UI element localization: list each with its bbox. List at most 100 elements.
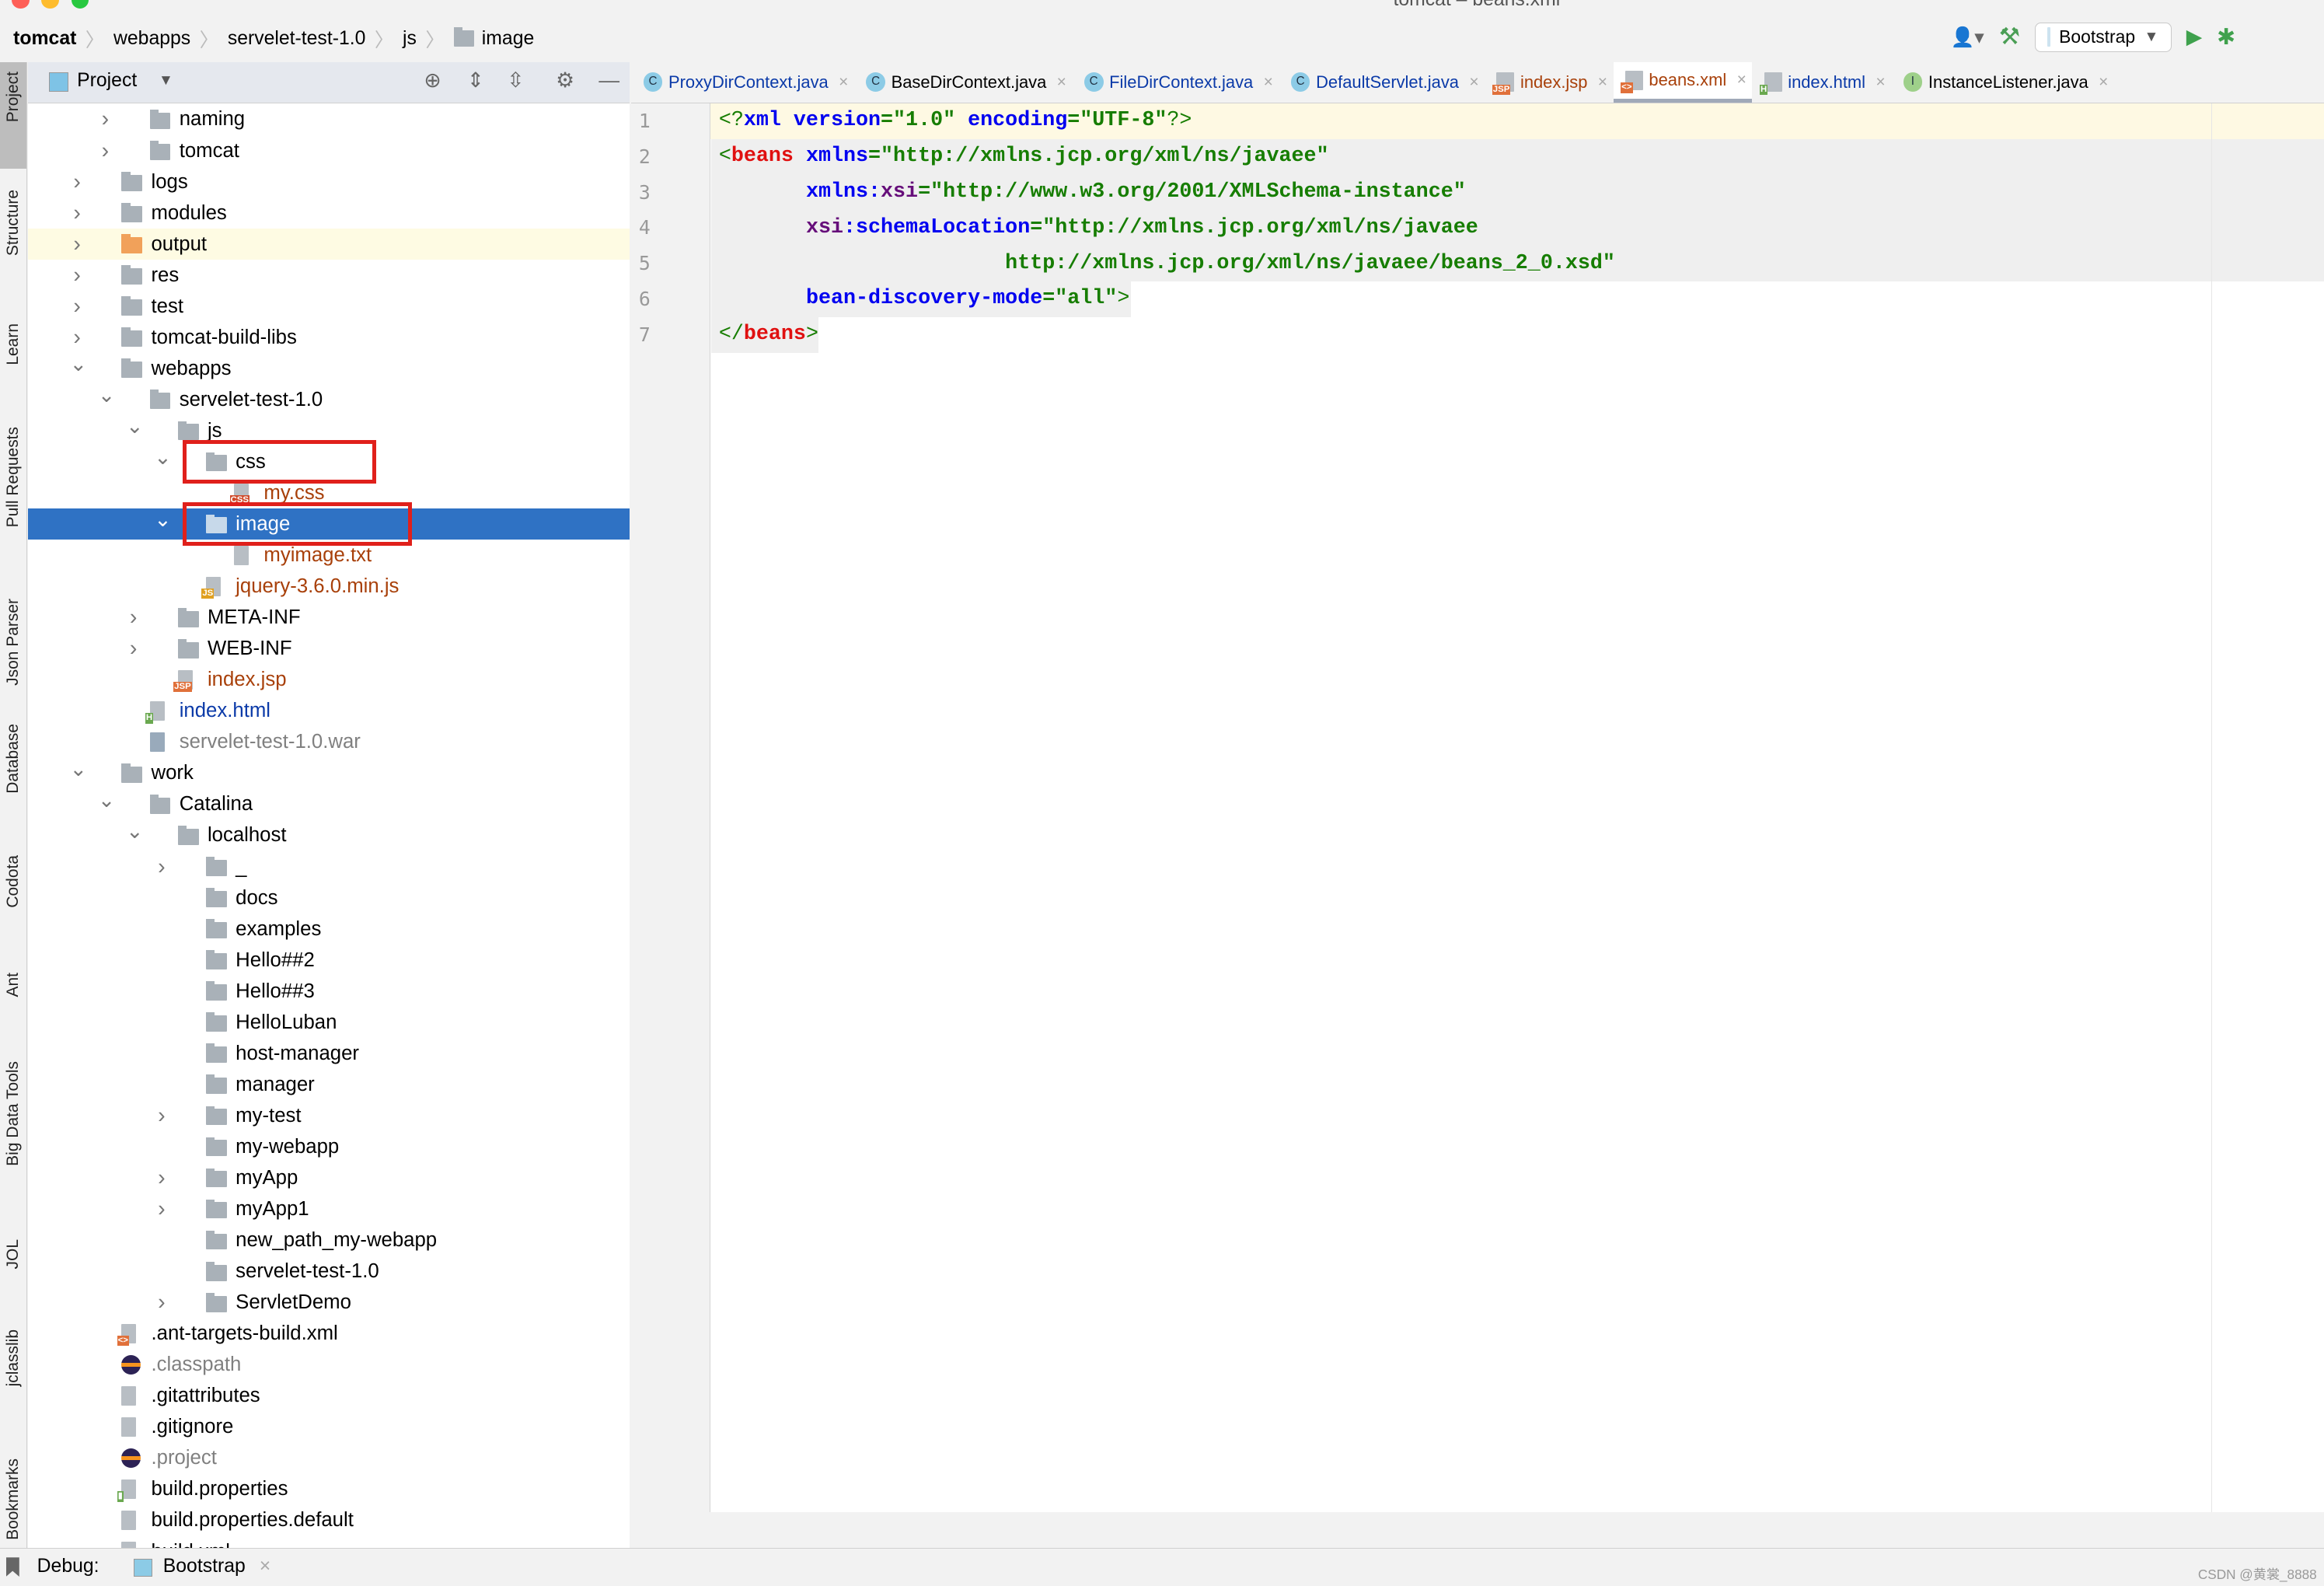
tree-item[interactable]: ⌄ work: [28, 757, 630, 788]
breadcrumb-item[interactable]: servelet-test-1.0: [228, 28, 375, 50]
chevron-down-icon[interactable]: ⌄: [126, 410, 143, 442]
stripe-tool-json-parser[interactable]: Json Parser: [0, 599, 26, 686]
chevron-down-icon[interactable]: ⌄: [70, 348, 87, 379]
tree-item[interactable]: ⌄ Catalina: [28, 788, 630, 819]
stripe-tool-learn[interactable]: Learn: [0, 323, 26, 365]
tree-item[interactable]: Hindex.html: [28, 695, 630, 726]
minimize-window-button[interactable]: [41, 0, 60, 9]
chevron-right-icon[interactable]: ›: [70, 197, 85, 229]
tree-item[interactable]: Hello##3: [28, 976, 630, 1007]
chevron-down-icon[interactable]: ⌄: [98, 379, 115, 410]
tree-item[interactable]: build.properties.default: [28, 1504, 630, 1535]
chevron-right-icon[interactable]: ›: [98, 135, 113, 166]
code-editor[interactable]: 1 <?xml version="1.0" encoding="UTF-8"?> 2…: [631, 103, 2324, 1512]
chevron-right-icon[interactable]: ›: [98, 103, 113, 134]
tree-item[interactable]: docs: [28, 882, 630, 914]
stripe-tool-project[interactable]: Project: [0, 62, 27, 169]
tree-item[interactable]: › my-test: [28, 1100, 630, 1131]
debug-session-tab[interactable]: Bootstrap: [163, 1556, 246, 1577]
stripe-tool-jol[interactable]: JOL: [0, 1239, 26, 1269]
collapse-all-icon[interactable]: ⇳: [507, 68, 524, 93]
breadcrumb-item[interactable]: js: [403, 28, 425, 50]
tree-item[interactable]: › WEB-INF: [28, 633, 630, 664]
tree-item[interactable]: myimage.txt: [28, 540, 630, 571]
tree-item[interactable]: Hello##2: [28, 945, 630, 976]
close-icon[interactable]: ×: [839, 73, 848, 92]
project-view-select[interactable]: Project: [77, 70, 137, 92]
chevron-down-icon[interactable]: ⌄: [154, 504, 171, 535]
tree-item[interactable]: .gitignore: [28, 1411, 630, 1442]
tree-item[interactable]: .project: [28, 1442, 630, 1473]
tree-item[interactable]: <> .ant-targets-build.xml: [28, 1318, 630, 1349]
chevron-right-icon[interactable]: ›: [126, 602, 141, 633]
tree-item[interactable]: examples: [28, 914, 630, 945]
chevron-right-icon[interactable]: ›: [70, 260, 85, 291]
editor-tab[interactable]: <> beans.xml ×: [1613, 62, 1753, 103]
chevron-right-icon[interactable]: ›: [70, 166, 85, 197]
tree-item[interactable]: › logs: [28, 166, 630, 197]
tree-item[interactable]: JS jquery-3.6.0.min.js: [28, 571, 630, 602]
stripe-tool-bookmarks[interactable]: Bookmarks: [0, 1458, 26, 1540]
tree-item[interactable]: new_path_my-webapp: [28, 1224, 630, 1256]
stripe-tool-pull-requests[interactable]: Pull Requests: [0, 427, 26, 527]
editor-tab[interactable]: JSP index.jsp ×: [1485, 62, 1613, 102]
tree-item[interactable]: › _: [28, 851, 630, 882]
close-icon[interactable]: ×: [2099, 73, 2108, 92]
close-icon[interactable]: ×: [1737, 71, 1746, 89]
chevron-right-icon[interactable]: ›: [154, 1100, 169, 1131]
locate-file-icon[interactable]: ⊕: [424, 68, 441, 93]
editor-tab[interactable]: C DefaultServlet.java ×: [1279, 62, 1485, 102]
chevron-right-icon[interactable]: ›: [154, 1162, 169, 1193]
chevron-down-icon[interactable]: ⌄: [126, 816, 143, 847]
expand-all-icon[interactable]: ⇕: [467, 68, 484, 93]
chevron-down-icon[interactable]: ⌄: [98, 784, 115, 816]
close-window-button[interactable]: [12, 0, 30, 9]
bookmark-icon[interactable]: [5, 1557, 19, 1577]
hide-panel-icon[interactable]: —: [598, 68, 619, 93]
tree-item[interactable]: › tomcat-build-libs: [28, 322, 630, 353]
tree-item[interactable]: ⌄ localhost: [28, 819, 630, 851]
tree-item[interactable]: servelet-test-1.0.war: [28, 726, 630, 757]
tree-item[interactable]: › test: [28, 291, 630, 322]
tree-item[interactable]: ⌄ servelet-test-1.0: [28, 383, 630, 415]
editor-tab[interactable]: C BaseDirContext.java ×: [854, 62, 1073, 102]
breadcrumb-item[interactable]: image: [482, 28, 543, 50]
chevron-right-icon[interactable]: ›: [154, 851, 169, 882]
tree-item[interactable]: .classpath: [28, 1349, 630, 1380]
zoom-window-button[interactable]: [71, 0, 89, 9]
tree-item[interactable]: ⌄ webapps: [28, 352, 630, 384]
tree-item[interactable]: › tomcat: [28, 135, 630, 166]
tree-item[interactable]: host-manager: [28, 1038, 630, 1069]
debug-bug-icon[interactable]: ✱: [2217, 23, 2235, 51]
editor-tab[interactable]: C FileDirContext.java ×: [1073, 62, 1279, 102]
close-icon[interactable]: ×: [1469, 73, 1478, 92]
tree-item[interactable]: › naming: [28, 103, 630, 134]
close-icon[interactable]: ×: [1264, 73, 1273, 92]
chevron-right-icon[interactable]: ›: [154, 1287, 169, 1318]
close-icon[interactable]: ×: [1876, 73, 1885, 92]
stripe-tool-big-data-tools[interactable]: Big Data Tools: [0, 1061, 26, 1166]
tree-item[interactable]: › myApp1: [28, 1193, 630, 1224]
chevron-right-icon[interactable]: ›: [126, 633, 141, 664]
stripe-tool-structure[interactable]: Structure: [0, 190, 26, 256]
run-icon[interactable]: ▶: [2186, 25, 2203, 49]
tree-item[interactable]: › res: [28, 260, 630, 291]
close-icon[interactable]: ×: [1598, 73, 1607, 92]
tree-item[interactable]: servelet-test-1.0: [28, 1256, 630, 1287]
stripe-tool-jclasslib[interactable]: jclasslib: [0, 1329, 26, 1386]
chevron-down-icon[interactable]: ▼: [159, 72, 173, 89]
editor-tab[interactable]: Hindex.html ×: [1752, 62, 1891, 102]
user-icon[interactable]: 👤▾: [1950, 26, 1984, 49]
stripe-tool-ant[interactable]: Ant: [0, 973, 26, 997]
tree-item[interactable]: JSP index.jsp: [28, 664, 630, 695]
tree-item[interactable]: ▮ build.properties: [28, 1473, 630, 1504]
close-icon[interactable]: ×: [1057, 73, 1066, 92]
tree-item[interactable]: manager: [28, 1069, 630, 1100]
chevron-right-icon[interactable]: ›: [70, 291, 85, 322]
chevron-down-icon[interactable]: ⌄: [70, 753, 87, 784]
chevron-right-icon[interactable]: ›: [154, 1193, 169, 1224]
tree-item[interactable]: › myApp: [28, 1162, 630, 1193]
breadcrumb-item[interactable]: tomcat: [13, 28, 85, 50]
run-configuration-select[interactable]: Bootstrap ▼: [2035, 22, 2172, 52]
tree-item[interactable]: › META-INF: [28, 602, 630, 633]
